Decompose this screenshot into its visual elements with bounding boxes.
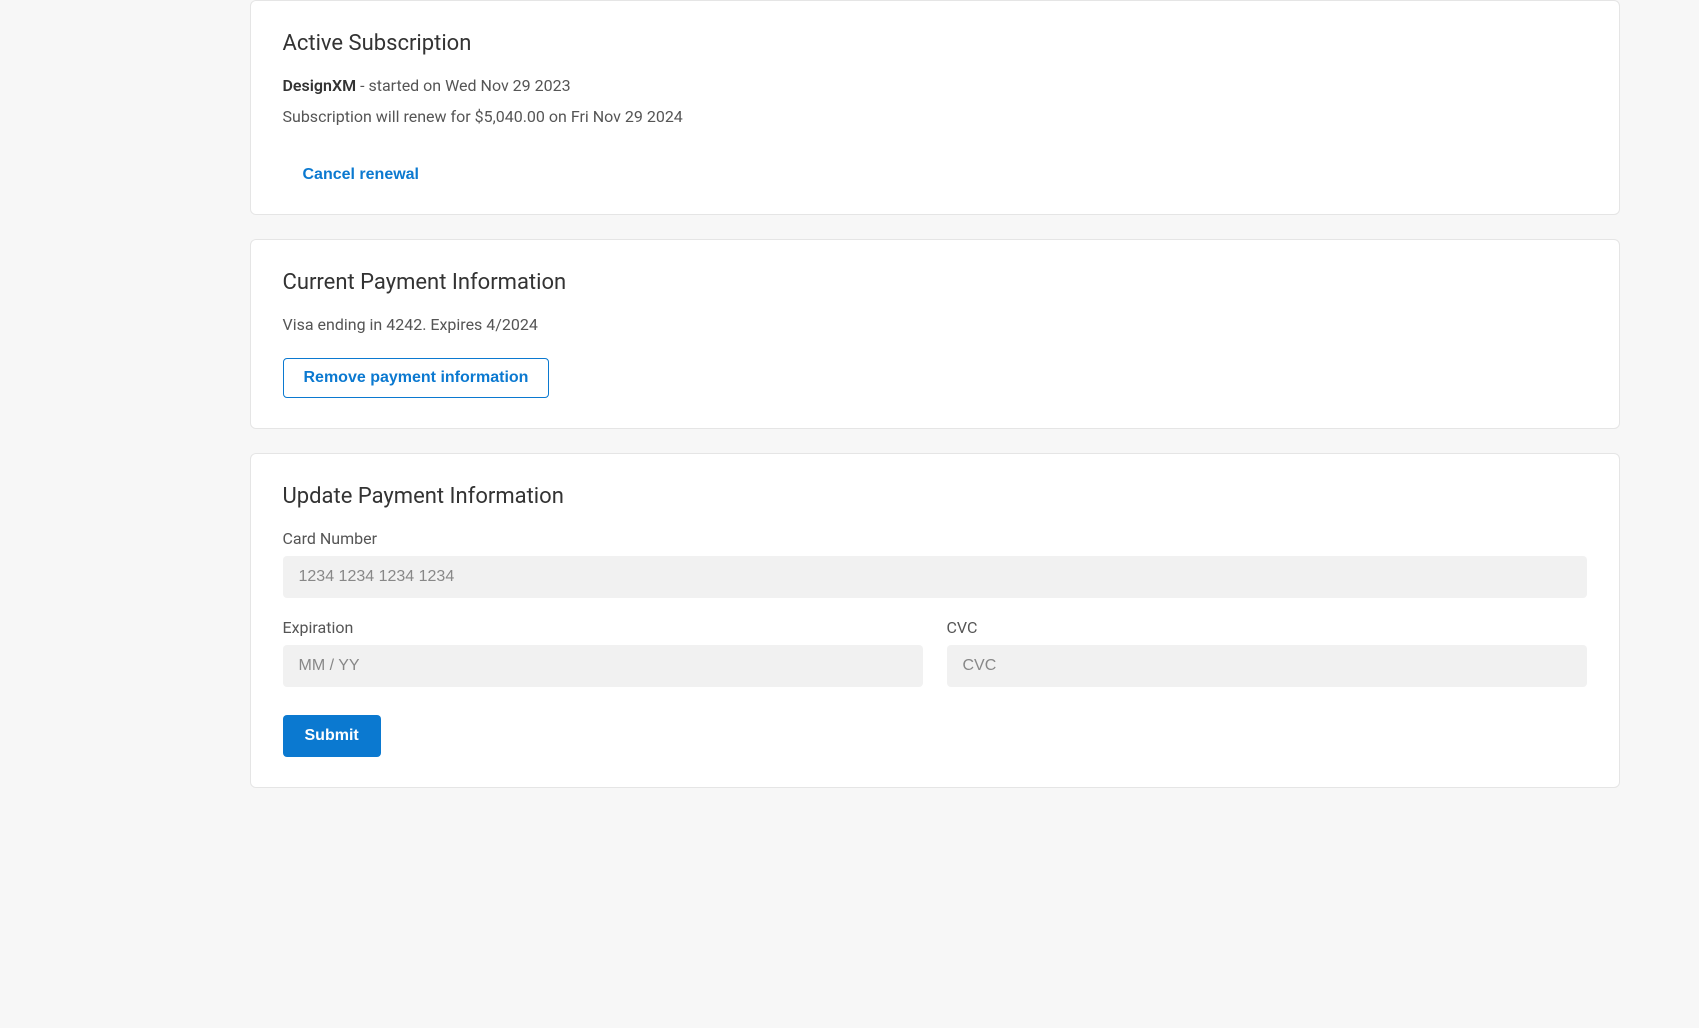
remove-payment-button[interactable]: Remove payment information bbox=[283, 358, 550, 398]
cancel-renewal-button[interactable]: Cancel renewal bbox=[303, 166, 420, 184]
subscription-renew-text: Subscription will renew for $5,040.00 on… bbox=[283, 107, 1587, 126]
cvc-label: CVC bbox=[947, 618, 1587, 637]
subscription-plan-line: DesignXM - started on Wed Nov 29 2023 bbox=[283, 76, 1587, 95]
subscription-plan-name: DesignXM bbox=[283, 76, 357, 95]
expiration-label: Expiration bbox=[283, 618, 923, 637]
submit-button[interactable]: Submit bbox=[283, 715, 381, 757]
cvc-input[interactable] bbox=[947, 645, 1587, 687]
card-number-input[interactable] bbox=[283, 556, 1587, 598]
active-subscription-card: Active Subscription DesignXM - started o… bbox=[250, 0, 1620, 215]
subscription-start-date: - started on Wed Nov 29 2023 bbox=[356, 76, 571, 95]
card-number-label: Card Number bbox=[283, 529, 1587, 548]
current-payment-heading: Current Payment Information bbox=[283, 270, 1587, 295]
update-payment-heading: Update Payment Information bbox=[283, 484, 1587, 509]
update-payment-card: Update Payment Information Card Number E… bbox=[250, 453, 1620, 788]
current-payment-card: Current Payment Information Visa ending … bbox=[250, 239, 1620, 429]
expiration-input[interactable] bbox=[283, 645, 923, 687]
active-subscription-heading: Active Subscription bbox=[283, 31, 1587, 56]
card-summary-text: Visa ending in 4242. Expires 4/2024 bbox=[283, 315, 1587, 334]
